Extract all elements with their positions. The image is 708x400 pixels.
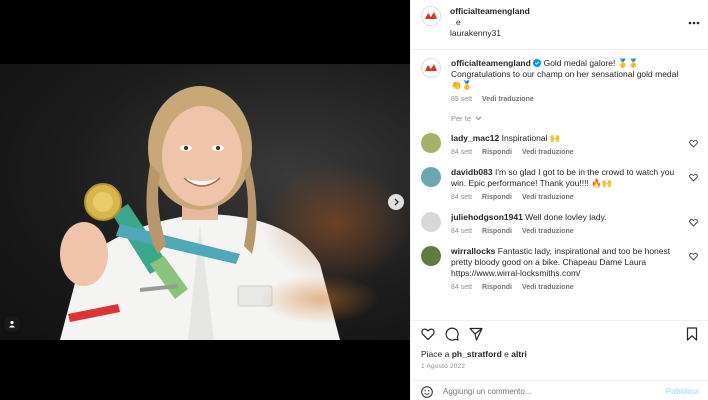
avatar[interactable] <box>421 167 441 187</box>
caption-body: officialteamengland Gold medal galore! 🥇… <box>451 58 691 105</box>
user-icon <box>9 321 15 328</box>
like-heart-icon[interactable] <box>421 327 435 341</box>
comment-username[interactable]: lady_mac12 <box>451 133 499 143</box>
header-connector: e <box>456 17 461 27</box>
caption-time[interactable]: 85 sett <box>451 94 472 105</box>
more-horizontal-icon <box>688 21 700 25</box>
team-england-logo-icon <box>425 64 437 71</box>
post-sidebar: officialteamengland e laurakenny31 offic… <box>410 0 708 400</box>
comment-username[interactable]: juliehodgson1941 <box>451 212 523 222</box>
translate-link[interactable]: Vedi traduzione <box>522 192 574 203</box>
comment-meta: 84 sett Rispondi Vedi traduzione <box>451 226 691 237</box>
comment-time[interactable]: 84 sett <box>451 282 472 293</box>
heart-icon[interactable] <box>689 139 698 148</box>
heart-icon[interactable] <box>689 218 698 227</box>
avatar[interactable] <box>421 6 441 26</box>
header-account-1[interactable]: officialteamengland <box>450 6 530 17</box>
comment-meta: 84 sett Rispondi Vedi traduzione <box>451 282 691 293</box>
media-panel <box>0 0 410 400</box>
translate-link[interactable]: Vedi traduzione <box>522 282 574 293</box>
share-icon[interactable] <box>469 327 483 341</box>
reply-button[interactable]: Rispondi <box>482 192 512 203</box>
caption-meta: 85 sett Vedi traduzione <box>451 94 691 105</box>
more-options-button[interactable] <box>688 14 700 28</box>
likes-user[interactable]: ph_stratford <box>452 349 502 359</box>
comment-item: davidb083 I'm so glad I got to be in the… <box>421 167 698 203</box>
avatar[interactable] <box>421 212 441 232</box>
likes-others[interactable]: altri <box>511 349 527 359</box>
translate-link[interactable]: Vedi traduzione <box>522 226 574 237</box>
next-photo-button[interactable] <box>388 194 404 210</box>
avatar[interactable] <box>421 246 441 266</box>
comment-filter-label: Per te <box>451 114 472 123</box>
comment-body: lady_mac12 Inspirational 🙌 84 sett Rispo… <box>451 133 691 158</box>
comment-input[interactable] <box>443 387 666 396</box>
background-light-lower <box>260 274 380 324</box>
comment-body: juliehodgson1941 Well done lovley lady. … <box>451 212 691 237</box>
comment-item: juliehodgson1941 Well done lovley lady. … <box>421 212 698 237</box>
comments-scroll-area[interactable]: officialteamengland Gold medal galore! 🥇… <box>411 50 708 298</box>
comment-time[interactable]: 84 sett <box>451 192 472 203</box>
comment-filter-dropdown[interactable]: Per te <box>451 114 698 123</box>
post-date[interactable]: 1 Agosto 2022 <box>421 363 699 370</box>
comment-composer: Pubblica <box>411 380 708 400</box>
comment-body: wirrallocks Fantastic lady, inspirationa… <box>451 246 691 293</box>
avatar[interactable] <box>421 58 441 78</box>
comment-meta: 84 sett Rispondi Vedi traduzione <box>451 147 691 158</box>
reply-button[interactable]: Rispondi <box>482 147 512 158</box>
comment-body: davidb083 I'm so glad I got to be in the… <box>451 167 691 203</box>
post-photo <box>0 64 410 340</box>
heart-icon[interactable] <box>689 252 698 261</box>
comment-icon[interactable] <box>445 327 459 341</box>
comment-time[interactable]: 84 sett <box>451 147 472 158</box>
caption-username[interactable]: officialteamengland <box>451 58 531 68</box>
background-light <box>260 164 410 284</box>
team-england-logo-icon <box>425 12 437 19</box>
heart-icon[interactable] <box>689 173 698 182</box>
action-icons <box>421 323 699 345</box>
comment-username[interactable]: wirrallocks <box>451 246 495 256</box>
tagged-users-button[interactable] <box>4 316 20 332</box>
avatar[interactable] <box>421 133 441 153</box>
likes-summary: Piace a ph_stratford e altri <box>421 349 699 359</box>
comment-username[interactable]: davidb083 <box>451 167 493 177</box>
bookmark-icon[interactable] <box>685 327 699 341</box>
chevron-right-icon <box>394 198 399 206</box>
caption-translate-link[interactable]: Vedi traduzione <box>482 94 534 105</box>
publish-button[interactable]: Pubblica <box>666 387 699 396</box>
caption: officialteamengland Gold medal galore! 🥇… <box>421 58 698 105</box>
likes-prefix: Piace a <box>421 349 450 359</box>
comment-item: lady_mac12 Inspirational 🙌 84 sett Rispo… <box>421 133 698 158</box>
translate-link[interactable]: Vedi traduzione <box>522 147 574 158</box>
comment-text: Inspirational 🙌 <box>501 133 561 143</box>
likes-conj: e <box>504 349 509 359</box>
post-actions: Piace a ph_stratford e altri 1 Agosto 20… <box>411 320 708 370</box>
chevron-down-icon <box>475 116 482 121</box>
comment-item: wirrallocks Fantastic lady, inspirationa… <box>421 246 698 293</box>
emoji-smile-icon[interactable] <box>421 385 433 398</box>
header-accounts: officialteamengland e laurakenny31 <box>450 6 530 39</box>
post-header: officialteamengland e laurakenny31 <box>411 0 708 50</box>
comment-text: Well done lovley lady. <box>525 212 607 222</box>
verified-badge-icon <box>533 59 542 67</box>
reply-button[interactable]: Rispondi <box>482 282 512 293</box>
instagram-post-modal: officialteamengland e laurakenny31 offic… <box>0 0 708 400</box>
reply-button[interactable]: Rispondi <box>482 226 512 237</box>
comment-meta: 84 sett Rispondi Vedi traduzione <box>451 192 691 203</box>
header-account-2[interactable]: laurakenny31 <box>450 28 530 39</box>
comment-time[interactable]: 84 sett <box>451 226 472 237</box>
